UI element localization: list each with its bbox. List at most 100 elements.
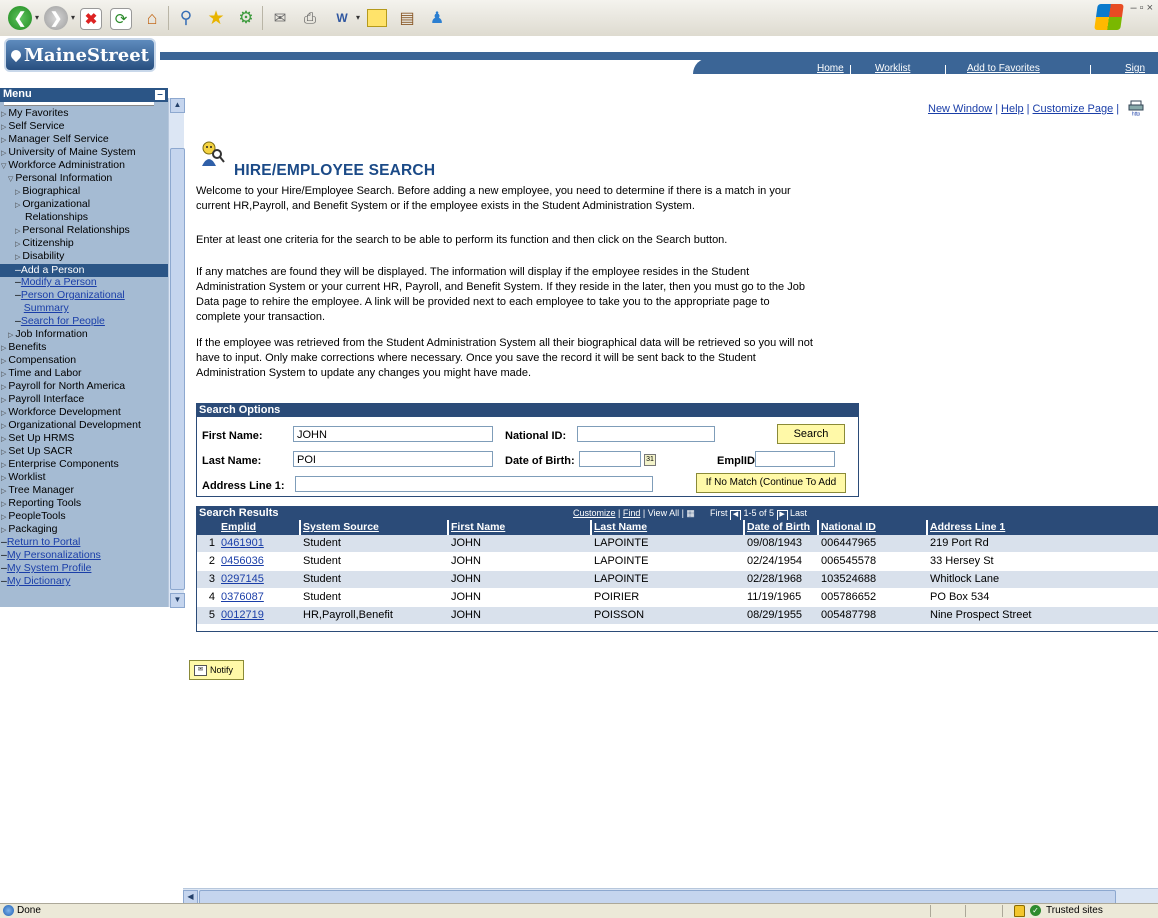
sidebar-item-reporting-tools[interactable]: ▷ Reporting Tools [0,497,168,510]
emplid-link[interactable]: 0376087 [221,589,264,606]
scroll-thumb[interactable] [170,148,185,590]
emplid-link[interactable]: 0461901 [221,535,264,552]
home-icon[interactable]: ⌂ [140,6,164,30]
sidebar-item-manager-self-service[interactable]: ▷ Manager Self Service [0,133,168,146]
collapse-icon[interactable]: – [155,90,165,100]
menu-search-field[interactable] [4,102,154,106]
emplid-input[interactable] [755,451,835,467]
date-of-birth-input[interactable] [579,451,641,467]
page-horizontal-scrollbar[interactable]: ◀ [183,888,1158,905]
sidebar-item-biographical[interactable]: ▷ Biographical [0,185,168,198]
sidebar-item-relationships[interactable]: Relationships [0,211,168,224]
sidebar-item-personal-relationships[interactable]: ▷ Personal Relationships [0,224,168,237]
sidebar-item-my-personalizations[interactable]: – My Personalizations [0,549,168,562]
new-window-link[interactable]: New Window [928,103,992,115]
column-header-national-id[interactable]: National ID [819,520,926,535]
back-dropdown-icon[interactable]: ▾ [35,13,41,22]
no-match-continue-button[interactable]: If No Match (Continue To Add [696,473,846,493]
messenger-icon[interactable]: ♟ [425,6,449,30]
favorites-icon[interactable]: ★ [204,6,228,30]
sidebar-item-set-up-sacr[interactable]: ▷ Set Up SACR [0,445,168,458]
sidebar-item-packaging[interactable]: ▷ Packaging [0,523,168,536]
national-id-input[interactable] [577,426,715,442]
last-name-input[interactable]: POI [293,451,493,467]
first-name-input[interactable]: JOHN [293,426,493,442]
sidebar-item-payroll-interface[interactable]: ▷ Payroll Interface [0,393,168,406]
emplid-link[interactable]: 0012719 [221,607,264,624]
column-header-emplid[interactable]: Emplid [219,520,299,535]
sidebar-item-citizenship[interactable]: ▷ Citizenship [0,237,168,250]
column-header-address-line[interactable]: Address Line 1 [928,520,1158,535]
sidebar-item-worklist[interactable]: ▷ Worklist [0,471,168,484]
column-header-system-source[interactable]: System Source [301,520,447,535]
notify-button[interactable]: ✉ Notify [189,660,244,680]
sidebar-item-my-dictionary[interactable]: – My Dictionary [0,575,168,588]
customize-page-link[interactable]: Customize Page [1033,103,1114,115]
scroll-up-icon[interactable]: ▲ [170,98,185,113]
sidebar-item-modify-a-person[interactable]: – Modify a Person [0,276,168,289]
column-header-date-of-birth[interactable]: Date of Birth [745,520,817,535]
sidebar-item-organizational[interactable]: ▷ Organizational [0,198,168,211]
forward-icon[interactable]: ❯ [44,6,68,30]
sidebar-item-job-information[interactable]: ▷ Job Information [0,328,168,341]
sidebar-item-return-to-portal[interactable]: – Return to Portal [0,536,168,549]
mail-icon[interactable]: ✉ [268,6,292,30]
grid-last-link[interactable]: Last [790,508,807,518]
sidebar-item-summary[interactable]: Summary [0,302,168,315]
sidebar-item-workforce-administration[interactable]: ▽ Workforce Administration [0,159,168,172]
sidebar-item-tree-manager[interactable]: ▷ Tree Manager [0,484,168,497]
sidebar-item-payroll-for-north-america[interactable]: ▷ Payroll for North America [0,380,168,393]
forward-dropdown-icon[interactable]: ▾ [71,13,77,22]
sidebar-item-peopletools[interactable]: ▷ PeopleTools [0,510,168,523]
column-header-last-name[interactable]: Last Name [592,520,743,535]
nav-sign-out-link[interactable]: Sign out [1125,63,1158,85]
stop-icon[interactable]: ✖ [80,8,102,30]
print-icon[interactable]: http [1128,100,1144,118]
print-toolbar-icon[interactable]: ⎙ [298,6,322,30]
nav-separator [945,65,946,77]
sidebar-item-my-favorites[interactable]: ▷ My Favorites [0,107,168,120]
window-controls-icon[interactable]: –▫× [1131,2,1156,14]
column-header-first-name[interactable]: First Name [449,520,590,535]
grid-first-link[interactable]: First [710,508,728,518]
research-icon[interactable]: ▤ [395,6,419,30]
sidebar-item-compensation[interactable]: ▷ Compensation [0,354,168,367]
calendar-icon[interactable]: 31 [644,454,656,466]
sidebar-item-set-up-hrms[interactable]: ▷ Set Up HRMS [0,432,168,445]
search-button[interactable]: Search [777,424,845,444]
help-link[interactable]: Help [1001,103,1024,115]
search-icon[interactable]: ⚲ [174,6,198,30]
grid-customize-link[interactable]: Customize [573,508,616,518]
history-icon[interactable]: ⚙ [234,6,258,30]
nav-home-link[interactable]: Home [817,63,844,74]
sidebar-item-benefits[interactable]: ▷ Benefits [0,341,168,354]
grid-view-all-link[interactable]: View All [648,508,679,518]
refresh-icon[interactable]: ⟳ [110,8,132,30]
sidebar-item-self-service[interactable]: ▷ Self Service [0,120,168,133]
sidebar-item-label: Set Up HRMS [8,432,75,444]
sidebar-item-time-and-labor[interactable]: ▷ Time and Labor [0,367,168,380]
grid-download-icon[interactable]: ▦ [686,508,695,518]
nav-add-favorites-link[interactable]: Add to Favorites [967,63,1040,74]
sidebar-item-university-of-maine-system[interactable]: ▷ University of Maine System [0,146,168,159]
sidebar-item-label: Packaging [8,523,58,535]
sidebar-item-personal-information[interactable]: ▽ Personal Information [0,172,168,185]
sidebar-item-enterprise-components[interactable]: ▷ Enterprise Components [0,458,168,471]
grid-find-link[interactable]: Find [623,508,641,518]
sidebar-item-workforce-development[interactable]: ▷ Workforce Development [0,406,168,419]
sidebar-item-disability[interactable]: ▷ Disability [0,250,168,263]
sidebar-item-search-for-people[interactable]: – Search for People [0,315,168,328]
emplid-link[interactable]: 0456036 [221,553,264,570]
note-icon[interactable] [365,6,389,30]
back-icon[interactable]: ❮ [8,6,32,30]
sidebar-item-my-system-profile[interactable]: – My System Profile [0,562,168,575]
scroll-down-icon[interactable]: ▼ [170,593,185,608]
sidebar-item-person-organizational[interactable]: – Person Organizational [0,289,168,302]
address-line-input[interactable] [295,476,653,492]
menu-scrollbar[interactable]: ▲ ▼ [168,98,185,608]
nav-worklist-link[interactable]: Worklist [875,63,910,74]
edit-icon[interactable]: W [330,6,354,30]
edit-dropdown-icon[interactable]: ▾ [356,13,362,22]
sidebar-item-organizational-development[interactable]: ▷ Organizational Development [0,419,168,432]
emplid-link[interactable]: 0297145 [221,571,264,588]
